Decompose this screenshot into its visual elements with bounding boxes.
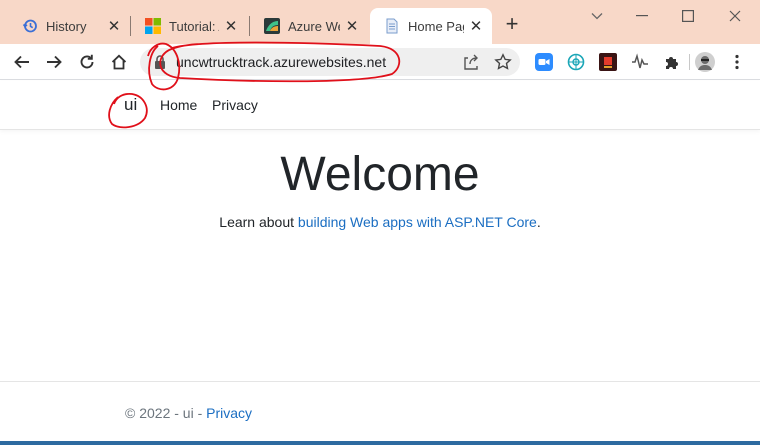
document-icon (384, 18, 400, 34)
browser-toolbar: uncwtrucktrack.azurewebsites.net (0, 44, 760, 80)
footer-text: © 2022 - ui - Privacy (125, 405, 252, 421)
new-tab-button[interactable]: + (501, 13, 523, 36)
lead-prefix: Learn about (219, 214, 298, 230)
reload-icon[interactable] (75, 50, 99, 74)
lead-suffix: . (536, 214, 541, 230)
tab-search-icon[interactable] (574, 4, 620, 28)
bookmark-star-icon[interactable] (494, 53, 512, 71)
tab-title: Azure Web (288, 18, 340, 34)
web-page: ui Home Privacy Welcome Learn about buil… (0, 81, 760, 445)
close-tab-icon[interactable]: ✕ (468, 18, 484, 35)
zoom-icon[interactable] (535, 53, 553, 71)
nav-link-home[interactable]: Home (160, 97, 197, 113)
window-bottom-border (0, 441, 760, 445)
extension-wave-icon[interactable] (631, 53, 649, 71)
close-window-icon[interactable] (712, 4, 758, 28)
url-text[interactable]: uncwtrucktrack.azurewebsites.net (176, 54, 386, 70)
toolbar-divider (689, 54, 690, 70)
profile-avatar[interactable] (695, 52, 715, 72)
footer-privacy-link[interactable]: Privacy (206, 405, 252, 421)
back-icon[interactable] (10, 50, 34, 74)
tab-title: Tutorial: A (169, 18, 219, 34)
minimize-icon[interactable] (619, 4, 665, 28)
copyright-text: © 2022 - ui - (125, 405, 207, 421)
aspnet-docs-link[interactable]: building Web apps with ASP.NET Core (298, 214, 537, 230)
close-tab-icon[interactable]: ✕ (106, 18, 122, 35)
site-navbar: ui Home Privacy (0, 81, 760, 130)
azure-app-service-icon (264, 18, 280, 34)
tab-home-page[interactable]: Home Pag ✕ (370, 8, 492, 44)
history-icon (22, 18, 38, 34)
tab-title: History (46, 18, 87, 34)
site-brand[interactable]: ui (124, 95, 137, 115)
page-title: Welcome (280, 148, 480, 201)
close-tab-icon[interactable]: ✕ (344, 18, 360, 35)
lead-text: Learn about building Web apps with ASP.N… (0, 214, 760, 230)
extension-red-icon[interactable] (599, 53, 617, 71)
site-footer: © 2022 - ui - Privacy (0, 381, 760, 445)
tab-tutorial[interactable]: Tutorial: A ✕ (131, 8, 247, 44)
forward-icon[interactable] (42, 50, 66, 74)
tab-history[interactable]: History ✕ (8, 8, 130, 44)
nav-link-privacy[interactable]: Privacy (212, 97, 258, 113)
tab-azure-web[interactable]: Azure Web ✕ (250, 8, 368, 44)
address-bar[interactable]: uncwtrucktrack.azurewebsites.net (140, 48, 520, 76)
puzzle-icon[interactable] (663, 53, 681, 71)
lock-icon[interactable] (152, 54, 168, 70)
tab-title: Home Pag (408, 18, 464, 34)
close-tab-icon[interactable]: ✕ (223, 18, 239, 35)
microsoft-logo-icon (145, 18, 161, 34)
extension-teal-icon[interactable] (567, 53, 585, 71)
home-icon[interactable] (107, 50, 131, 74)
share-icon[interactable] (462, 53, 480, 71)
kebab-menu-icon[interactable] (728, 53, 746, 71)
maximize-icon[interactable] (665, 4, 711, 28)
tab-strip: History ✕ Tutorial: A ✕ Azure Web ✕ Home… (0, 0, 760, 44)
